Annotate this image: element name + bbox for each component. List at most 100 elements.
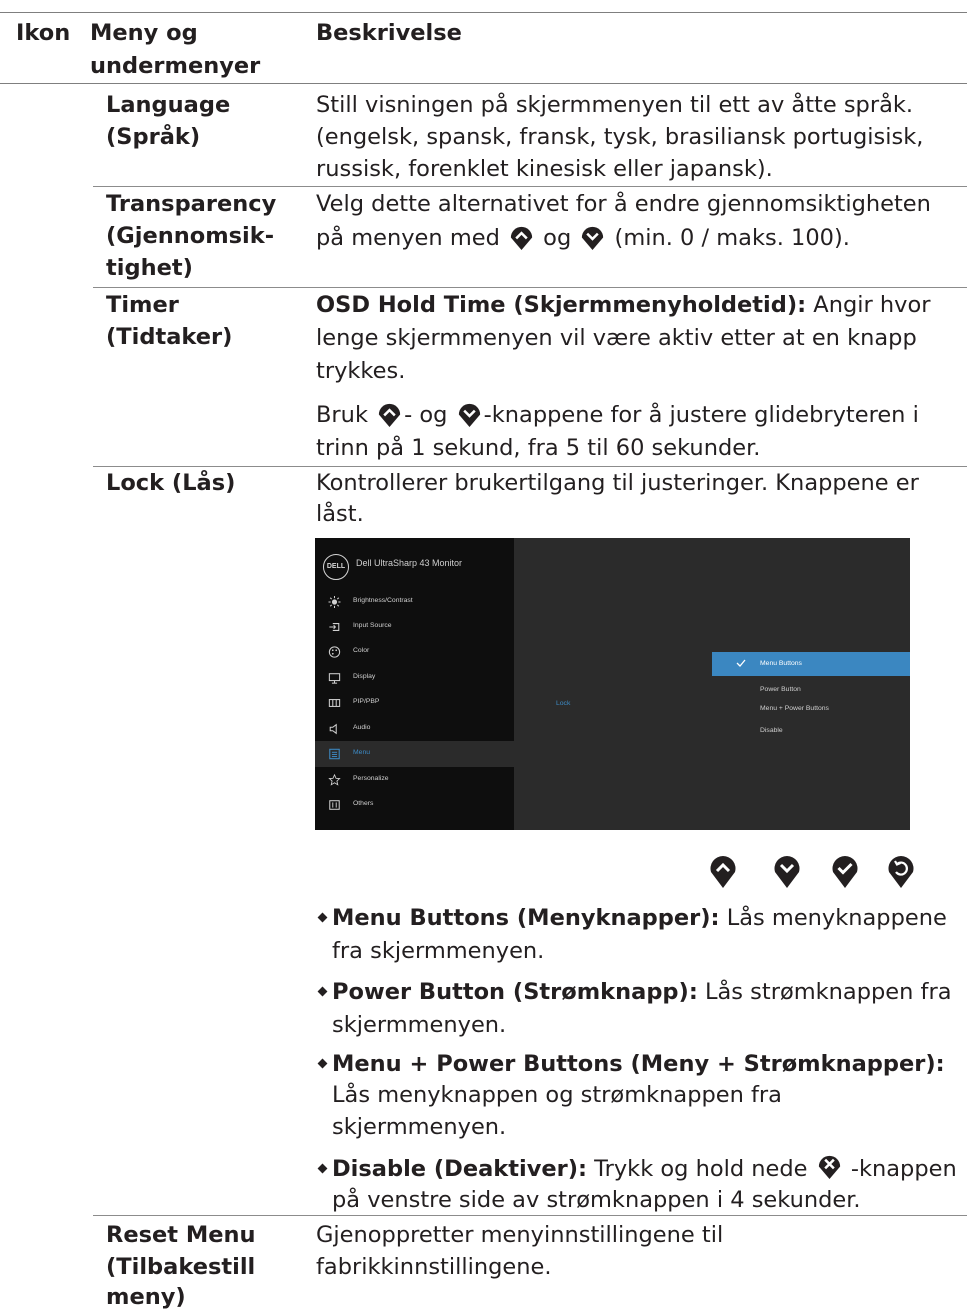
osd-item-color[interactable]: Color xyxy=(315,639,514,665)
star-icon xyxy=(328,774,341,786)
osd-item-personalize[interactable]: Personalize xyxy=(315,767,514,793)
osd-option-label: Menu + Power Buttons xyxy=(760,705,829,712)
bullet-text-line2: på venstre side av strømknappen i 4 seku… xyxy=(332,1187,861,1213)
timer-desc-3: trykkes. xyxy=(316,358,406,384)
timer-desc-4b: - og xyxy=(404,402,448,428)
osd-option-menu-buttons[interactable]: Menu Buttons xyxy=(712,652,910,676)
lock-bullet-menu-buttons: Menu Buttons (Menyknapper): Lås menyknap… xyxy=(316,902,966,935)
header-desc-col: Beskrivelse xyxy=(316,20,462,46)
osd-screen: DELL Dell UltraSharp 43 Monitor Brightne… xyxy=(315,538,910,830)
header-icon-col: Ikon xyxy=(16,20,71,46)
timer-desc-5: trinn på 1 sekund, fra 5 til 60 sekunder… xyxy=(316,435,761,461)
bullet-diamond xyxy=(317,1163,328,1174)
timer-desc-4c: -knappene for å justere glidebryteren i xyxy=(483,402,919,428)
lock-menu-label: Lock (Lås) xyxy=(106,470,236,496)
pip-icon xyxy=(328,699,341,707)
timer-menu-label: Timer xyxy=(106,292,179,318)
dell-logo: DELL xyxy=(323,554,349,580)
language-desc-3: russisk, forenklet kinesisk eller japans… xyxy=(316,156,773,182)
bullet-diamond xyxy=(317,912,328,923)
lock-bullet-disable: Disable (Deaktiver): Trykk og hold nede … xyxy=(316,1151,966,1186)
bullet-text: Lås strømknappen fra xyxy=(697,979,952,1005)
language-desc-1: Still visningen på skjermmenyen til ett … xyxy=(316,92,914,118)
row-divider xyxy=(93,1215,967,1216)
header-menu-col-line2: undermenyer xyxy=(90,53,261,79)
down-button-icon xyxy=(774,856,800,888)
osd-item-label: Brightness/Contrast xyxy=(353,597,413,604)
bullet-diamond xyxy=(317,1058,328,1069)
transparency-desc-1: Velg dette alternativet for å endre gjen… xyxy=(316,191,931,217)
checkmark-icon xyxy=(736,659,746,667)
osd-option-menu-power-buttons[interactable]: Menu + Power Buttons xyxy=(712,697,910,721)
up-button-icon xyxy=(510,226,533,251)
down-button-icon xyxy=(582,226,604,251)
osd-option-disable[interactable]: Disable xyxy=(712,719,910,743)
osd-item-label: Input Source xyxy=(353,622,392,629)
transparency-desc-2: på menyen med og (min. 0 / maks. 100). xyxy=(316,222,956,255)
timer-desc-4a: Bruk xyxy=(316,402,368,428)
header-rule xyxy=(0,83,967,84)
bullet-diamond xyxy=(317,986,328,997)
osd-item-others[interactable]: Others xyxy=(315,792,514,818)
bullet-text: Trykk og hold nede xyxy=(587,1156,808,1182)
reset-menu-label-2: (Tilbakestill xyxy=(106,1254,256,1280)
osd-item-menu[interactable]: Menu xyxy=(315,741,514,767)
lock-desc-2: låst. xyxy=(316,501,364,527)
sun-icon xyxy=(328,596,341,608)
lock-bullet-power-button: Power Button (Strømknapp): Lås strømknap… xyxy=(316,976,966,1009)
bullet-text-line3: skjermmenyen. xyxy=(332,1114,507,1140)
transparency-desc-2a: på menyen med xyxy=(316,225,500,251)
osd-item-label: Audio xyxy=(353,724,371,731)
osd-item-pip[interactable]: PIP/PBP xyxy=(315,690,514,716)
up-button-icon xyxy=(710,856,736,888)
osd-item-input-source[interactable]: Input Source xyxy=(315,614,514,640)
language-menu-label: Language xyxy=(106,92,231,118)
bullet-text: Lås menyknappene xyxy=(719,905,947,931)
row-divider xyxy=(93,287,967,288)
osd-item-label: Color xyxy=(353,647,370,654)
osd-submenu-lock[interactable]: Lock xyxy=(556,700,570,707)
down-button-icon xyxy=(458,403,480,428)
others-icon xyxy=(329,800,340,810)
language-menu-label-2: (Språk) xyxy=(106,124,201,150)
bullet-bold: Menu + Power Buttons (Meny + Strømknappe… xyxy=(332,1051,945,1077)
timer-desc-2: lenge skjermmenyen vil være aktiv etter … xyxy=(316,325,917,351)
bullet-bold: Power Button (Strømknapp): xyxy=(332,979,698,1005)
timer-desc-1-rest: Angir hvor xyxy=(806,292,931,318)
transparency-menu-label: Transparency xyxy=(106,191,277,217)
osd-item-brightness[interactable]: Brightness/Contrast xyxy=(315,589,514,615)
back-button-icon xyxy=(888,856,914,888)
speaker-icon xyxy=(329,723,337,735)
timer-desc-bold: OSD Hold Time (Skjermmenyholdetid): xyxy=(316,292,807,318)
osd-item-label: Menu xyxy=(353,749,371,756)
transparency-menu-label-2: (Gjennomsik- xyxy=(106,223,275,249)
monitor-icon xyxy=(328,673,341,684)
osd-title: Dell UltraSharp 43 Monitor xyxy=(356,558,463,568)
close-button-icon xyxy=(818,1155,840,1180)
language-desc-2: (engelsk, spansk, fransk, tysk, brasilia… xyxy=(316,124,924,150)
header-menu-col-line1: Meny og xyxy=(90,20,198,46)
osd-item-label: Personalize xyxy=(353,775,389,782)
reset-desc-2: fabrikkinnstillingene. xyxy=(316,1254,552,1280)
bullet-text-line2: fra skjermmenyen. xyxy=(332,938,545,964)
timer-desc-4: Bruk - og -knappene for å justere glideb… xyxy=(316,399,956,432)
bullet-text-line2: skjermmenyen. xyxy=(332,1012,507,1038)
transparency-menu-label-3: tighet) xyxy=(106,255,193,281)
bullet-bold: Disable (Deaktiver): xyxy=(332,1156,588,1182)
transparency-desc-2b: og xyxy=(543,225,572,251)
bullet-bold: Menu Buttons (Menyknapper): xyxy=(332,905,720,931)
osd-item-label: Display xyxy=(353,673,376,680)
transparency-desc-2c: (min. 0 / maks. 100). xyxy=(614,225,850,251)
osd-item-label: Others xyxy=(353,800,374,807)
osd-item-label: PIP/PBP xyxy=(353,698,380,705)
osd-item-audio[interactable]: Audio xyxy=(315,716,514,742)
osd-item-display[interactable]: Display xyxy=(315,665,514,691)
up-button-icon xyxy=(379,403,401,428)
lock-bullet-menu-power-buttons: Menu + Power Buttons (Meny + Strømknappe… xyxy=(316,1048,966,1081)
row-divider xyxy=(93,186,967,187)
menu-icon xyxy=(329,748,340,760)
reset-desc-1: Gjenoppretter menyinnstillingene til xyxy=(316,1222,724,1248)
bullet-text: -knappen xyxy=(843,1156,957,1182)
input-icon xyxy=(329,623,340,631)
reset-menu-label: Reset Menu xyxy=(106,1222,256,1248)
